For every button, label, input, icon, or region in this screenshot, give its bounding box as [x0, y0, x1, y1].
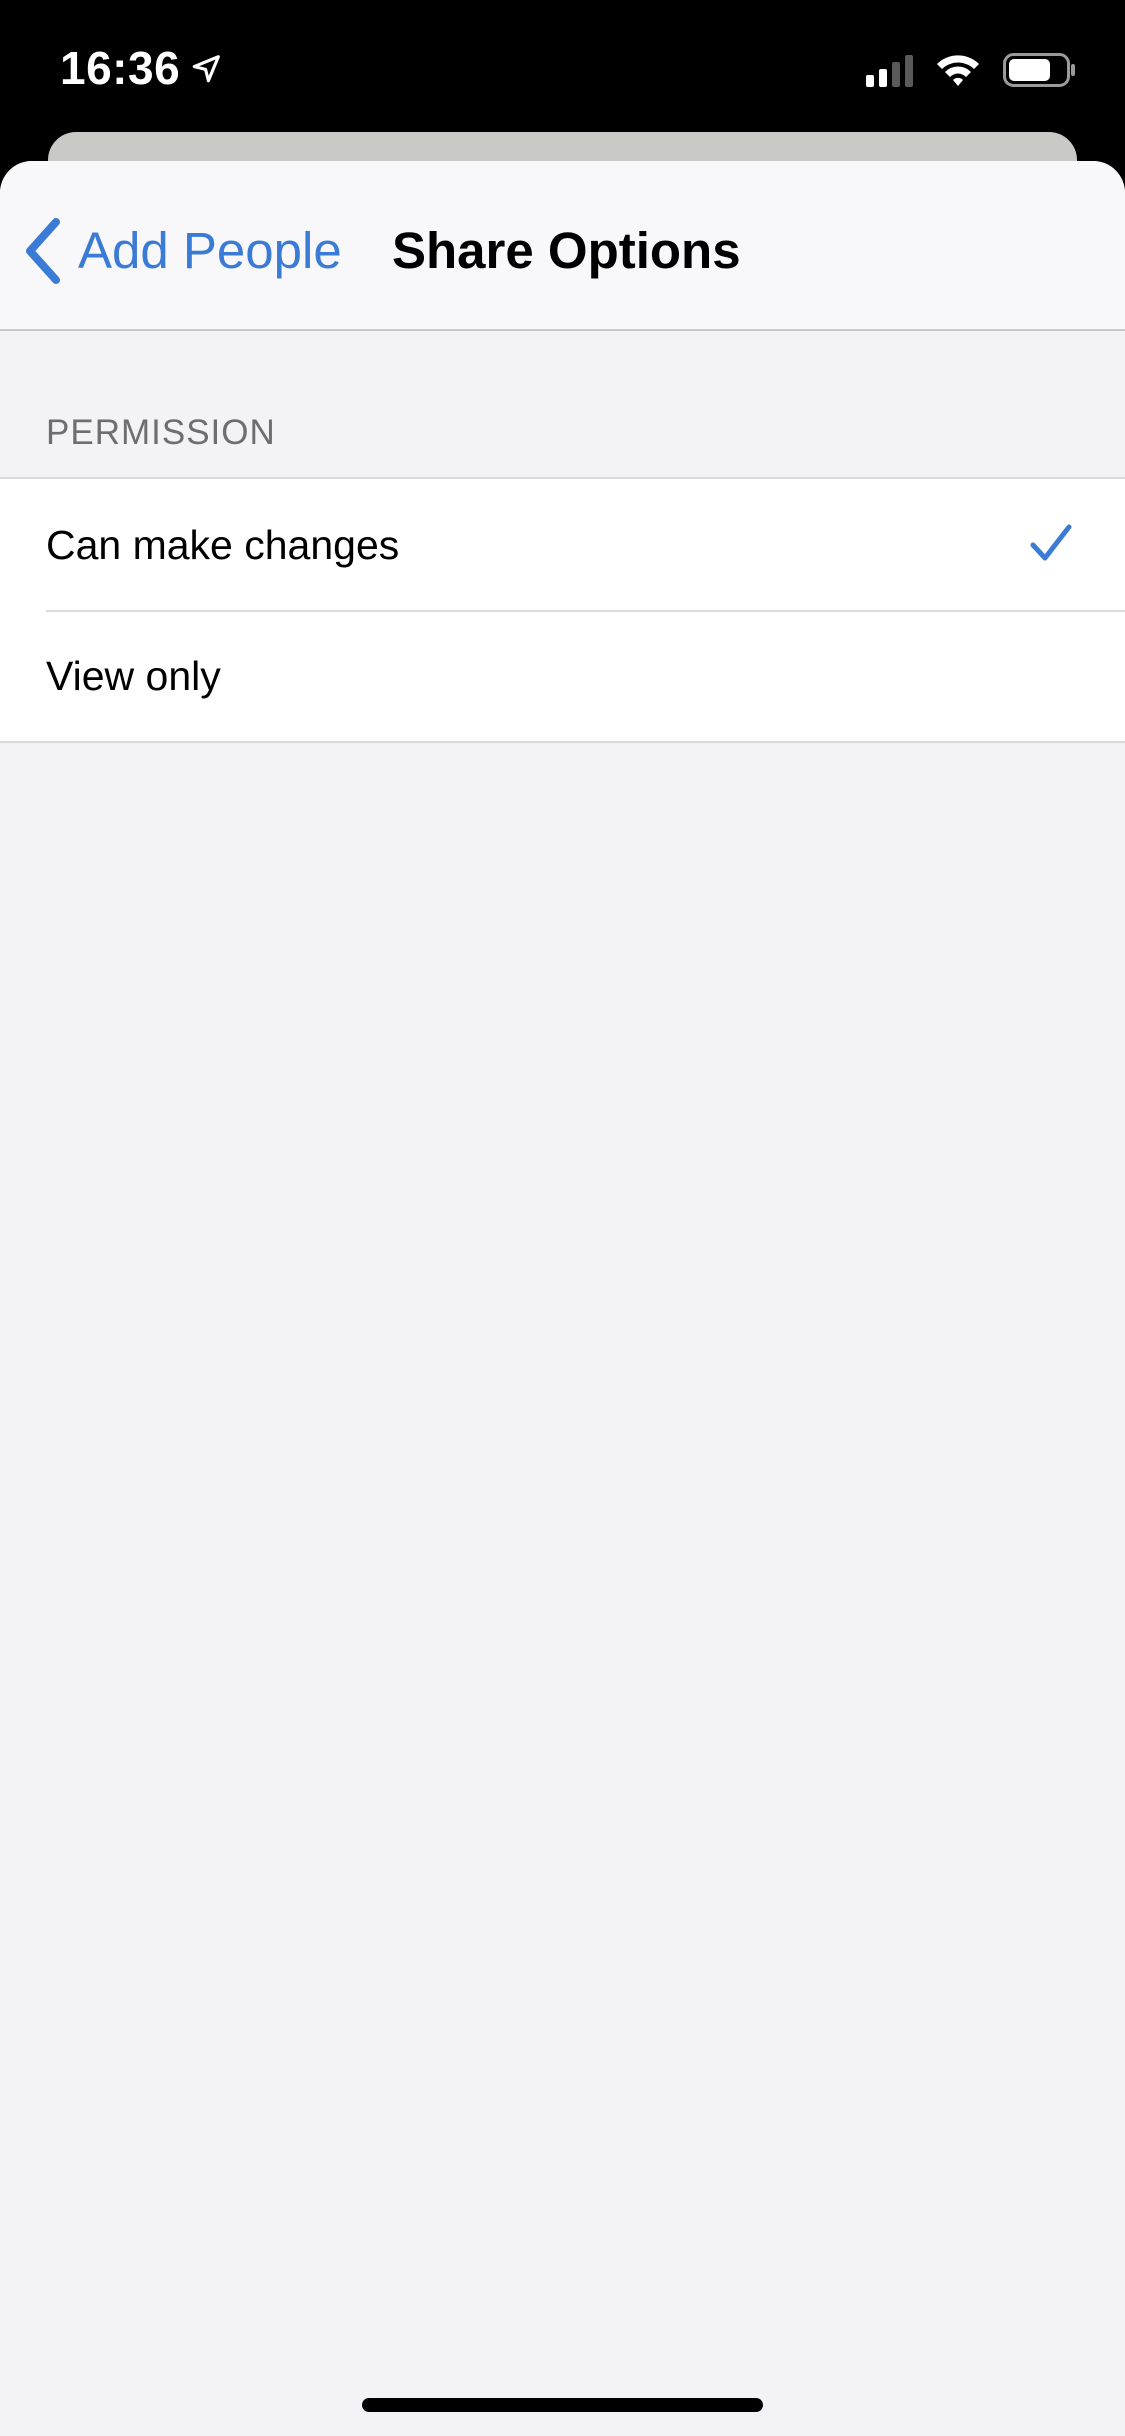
option-label: View only [46, 652, 221, 699]
back-button-label: Add People [78, 222, 342, 279]
battery-icon [1003, 53, 1075, 87]
permission-option-can-make-changes[interactable]: Can make changes [0, 479, 1125, 610]
cellular-signal-icon [866, 53, 913, 87]
section-header-permission: PERMISSION [46, 413, 276, 452]
navigation-bar: Add People Share Options [0, 161, 1125, 331]
permission-options-list: Can make changes View only [0, 477, 1125, 743]
wifi-icon [937, 55, 979, 86]
status-time-text: 16:36 [60, 42, 181, 94]
home-indicator[interactable] [362, 2398, 763, 2412]
option-label: Can make changes [46, 521, 400, 568]
status-bar: 16:36 [0, 0, 1125, 135]
status-time: 16:36 [60, 38, 224, 98]
back-button[interactable]: Add People [22, 211, 342, 291]
location-arrow-icon [192, 55, 221, 83]
status-indicators [866, 48, 1077, 92]
screen: 16:36 Add People Share Options PERMISSIO… [0, 0, 1125, 2436]
chevron-left-icon [26, 218, 60, 284]
page-title: Share Options [392, 222, 741, 279]
share-options-sheet: Add People Share Options PERMISSION Can … [0, 161, 1125, 2436]
permission-option-view-only[interactable]: View only [0, 610, 1125, 741]
checkmark-icon [1030, 524, 1072, 561]
